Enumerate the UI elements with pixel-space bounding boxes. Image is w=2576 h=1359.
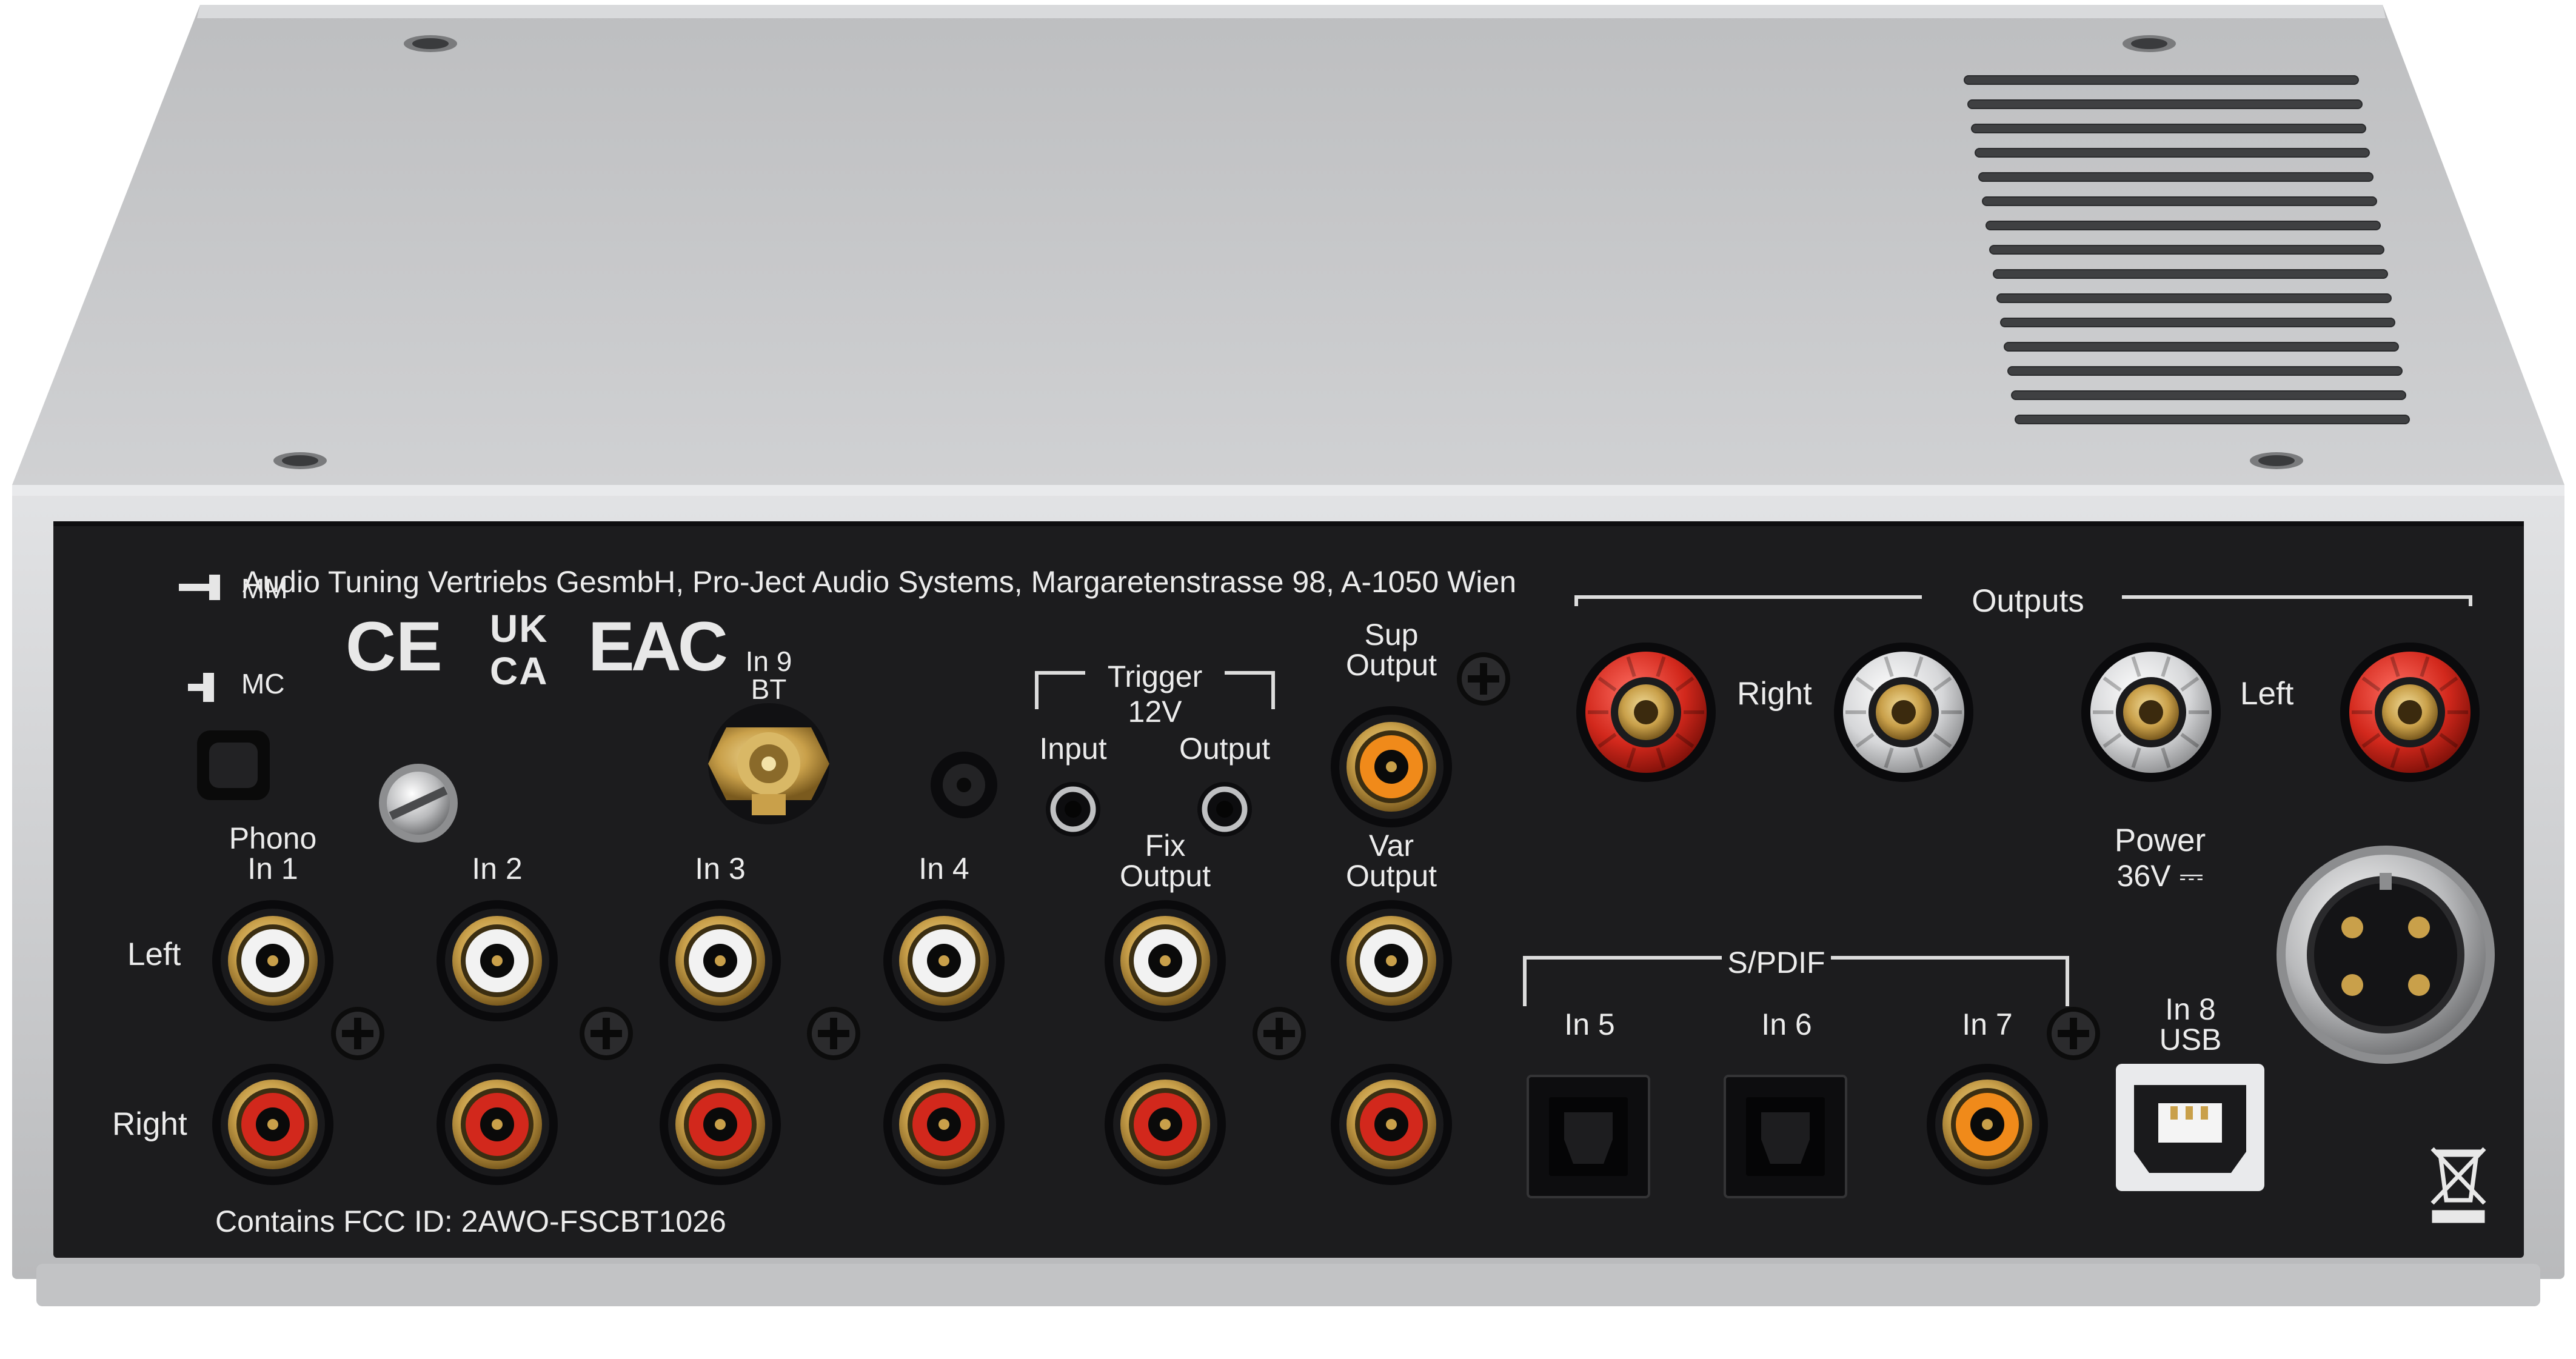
in3-right-jack[interactable] [660, 1064, 781, 1185]
vent-slot [1975, 148, 2370, 158]
vent-slot [1989, 245, 2384, 255]
fix-output-left-jack[interactable] [1105, 900, 1226, 1021]
in7-coax-jack[interactable] [1927, 1064, 2048, 1185]
vent-slot [2007, 366, 2403, 376]
optical-in6 [1724, 1075, 1847, 1198]
bt-antenna-connector [708, 703, 829, 824]
in2-right-jack[interactable] [437, 1064, 558, 1185]
in4-right-jack[interactable] [883, 1064, 1005, 1185]
vent-slot [1982, 196, 2377, 206]
in1-right-jack[interactable] [212, 1064, 333, 1185]
trigger-output-jack [1197, 782, 1252, 836]
remote-jack [931, 752, 997, 818]
var-output-left-jack[interactable] [1331, 900, 1452, 1021]
speaker-left-plus-post[interactable] [2340, 643, 2480, 782]
vent-slot [1964, 75, 2359, 85]
vent-slot [2000, 318, 2395, 327]
usb-b-port [2116, 1064, 2264, 1191]
trigger-input-jack [1046, 782, 1100, 836]
vent-slot [2015, 415, 2410, 424]
ground-terminal [379, 764, 458, 843]
vent-slot [2004, 342, 2399, 352]
sup-output-jack[interactable] [1331, 706, 1452, 827]
in1-left-jack[interactable] [212, 900, 333, 1021]
fix-output-right-jack[interactable] [1105, 1064, 1226, 1185]
vent-slot [1993, 269, 2388, 279]
speaker-right-plus-post[interactable] [1576, 643, 1716, 782]
vent-slot [2011, 390, 2406, 400]
vent-slot [1971, 124, 2366, 133]
vent-slots [1964, 75, 2410, 424]
in4-left-jack[interactable] [883, 900, 1005, 1021]
vent-slot [1978, 172, 2374, 182]
in2-left-jack[interactable] [437, 900, 558, 1021]
optical-in5 [1527, 1075, 1650, 1198]
vent-slot [1986, 221, 2381, 230]
amplifier-rear-photo [12, 5, 2564, 1306]
in3-left-jack[interactable] [660, 900, 781, 1021]
vent-slot [1967, 99, 2363, 109]
var-output-right-jack[interactable] [1331, 1064, 1452, 1185]
vent-slot [1996, 293, 2392, 303]
speaker-left-minus-post[interactable] [2081, 643, 2221, 782]
speaker-right-minus-post[interactable] [1834, 643, 1973, 782]
power-connector [2277, 846, 2495, 1064]
